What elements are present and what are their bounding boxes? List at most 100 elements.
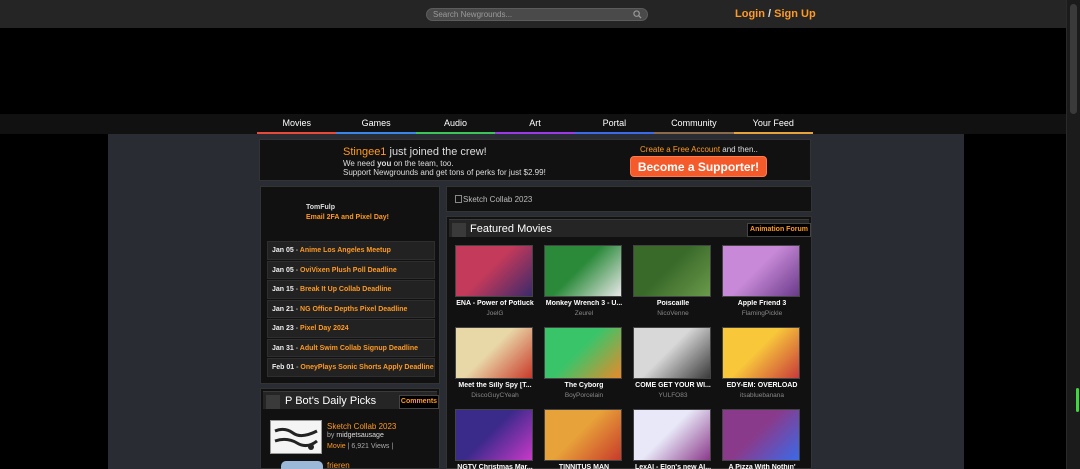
movie-author[interactable]: BoyPorcelain bbox=[544, 392, 624, 399]
movie-card[interactable]: NGTV Christmas Mar... bbox=[455, 409, 535, 469]
movies-icon bbox=[452, 223, 466, 237]
banner-support-text: Support Newgrounds and get tons of perks… bbox=[343, 168, 546, 177]
movie-author[interactable]: Zeurel bbox=[544, 310, 624, 317]
movie-author[interactable]: DiscoGuyCYeah bbox=[455, 392, 535, 399]
nav-portal[interactable]: Portal bbox=[574, 114, 655, 134]
scroll-thumb[interactable] bbox=[1070, 4, 1077, 114]
movie-thumbnail[interactable] bbox=[633, 245, 711, 297]
movie-author[interactable]: NicoVenne bbox=[633, 310, 713, 317]
free-account-text: Create a Free Account and then.. bbox=[640, 145, 758, 154]
pick-type: Movie bbox=[327, 443, 346, 450]
nav-art[interactable]: Art bbox=[495, 114, 575, 134]
movie-author[interactable]: FlamingPickle bbox=[722, 310, 802, 317]
sketch-collab-banner[interactable]: Sketch Collab 2023 bbox=[446, 186, 812, 212]
movie-thumbnail[interactable] bbox=[722, 327, 800, 379]
comments-button[interactable]: Comments bbox=[399, 395, 439, 409]
movie-card[interactable]: EDY-EM: OVERLOAD itsabluebanana bbox=[722, 327, 802, 405]
movie-thumbnail[interactable] bbox=[455, 245, 533, 297]
movie-thumbnail[interactable] bbox=[455, 327, 533, 379]
event-item[interactable]: Jan 23 - Pixel Day 2024 bbox=[267, 319, 435, 338]
event-title[interactable]: Break It Up Collab Deadline bbox=[300, 286, 391, 293]
become-supporter-button[interactable]: Become a Supporter! bbox=[630, 156, 767, 177]
movie-title[interactable]: Poiscaille bbox=[633, 300, 713, 307]
nav-games[interactable]: Games bbox=[336, 114, 416, 134]
login-separator: / bbox=[768, 8, 772, 20]
event-date: Jan 21 bbox=[272, 305, 294, 313]
event-item[interactable]: Jan 05 - Anime Los Angeles Meetup bbox=[267, 241, 435, 260]
event-title[interactable]: OneyPlays Sonic Shorts Apply Deadline bbox=[300, 364, 433, 371]
nav-community[interactable]: Community bbox=[654, 114, 734, 134]
event-list: Jan 05 - Anime Los Angeles Meetup Jan 05 … bbox=[267, 241, 435, 378]
animation-forum-button[interactable]: Animation Forum bbox=[747, 223, 811, 237]
event-item[interactable]: Jan 31 - Adult Swim Collab Signup Deadli… bbox=[267, 338, 435, 357]
movie-title[interactable]: COME GET YOUR WI... bbox=[633, 382, 713, 389]
event-item[interactable]: Feb 01 - OneyPlays Sonic Shorts Apply De… bbox=[267, 358, 435, 377]
nav-your-feed[interactable]: Your Feed bbox=[733, 114, 813, 134]
movie-card[interactable]: TINNITUS MAN bbox=[544, 409, 624, 469]
movie-card[interactable]: A Pizza With Nothin' bbox=[722, 409, 802, 469]
movie-thumbnail[interactable] bbox=[633, 327, 711, 379]
movie-author[interactable]: JoelG bbox=[455, 310, 535, 317]
movie-card[interactable]: ENA - Power of Potluck JoelG bbox=[455, 245, 535, 323]
movie-card[interactable]: LexAI - Elon's new AI... bbox=[633, 409, 713, 469]
page-scrollbar[interactable] bbox=[1066, 0, 1080, 469]
broken-image-icon bbox=[455, 195, 462, 203]
movie-title[interactable]: ENA - Power of Potluck bbox=[455, 300, 535, 307]
movie-thumbnail[interactable] bbox=[455, 409, 533, 461]
movie-title[interactable]: EDY-EM: OVERLOAD bbox=[722, 382, 802, 389]
search-input[interactable] bbox=[433, 9, 623, 20]
movie-thumbnail[interactable] bbox=[544, 409, 622, 461]
movie-author[interactable]: itsabluebanana bbox=[722, 392, 802, 399]
login-link[interactable]: Login bbox=[735, 8, 765, 20]
movie-card[interactable]: The Cyborg BoyPorcelain bbox=[544, 327, 624, 405]
movie-thumbnail[interactable] bbox=[722, 245, 800, 297]
movie-title[interactable]: The Cyborg bbox=[544, 382, 624, 389]
event-title[interactable]: Adult Swim Collab Signup Deadline bbox=[300, 345, 418, 352]
movie-thumbnail[interactable] bbox=[633, 409, 711, 461]
pick-thumbnail[interactable] bbox=[270, 420, 322, 454]
nav-movies[interactable]: Movies bbox=[257, 114, 337, 134]
event-title[interactable]: Anime Los Angeles Meetup bbox=[300, 247, 391, 254]
movie-author[interactable]: YULFO83 bbox=[633, 392, 713, 399]
banner-joined-text: Stingee1 just joined the crew! bbox=[343, 146, 487, 158]
nav-audio[interactable]: Audio bbox=[415, 114, 496, 134]
featured-movies-title: Featured Movies bbox=[470, 223, 552, 235]
movie-title[interactable]: TINNITUS MAN bbox=[544, 464, 624, 469]
daily-picks: P Bot's Daily Picks Comments Sketch Coll… bbox=[260, 388, 440, 469]
search-box[interactable] bbox=[426, 8, 648, 21]
signup-link[interactable]: Sign Up bbox=[774, 8, 816, 20]
pick-title-2[interactable]: frieren bbox=[327, 461, 350, 469]
event-date: Jan 23 bbox=[272, 325, 294, 332]
event-title[interactable]: OviVixen Plush Poll Deadline bbox=[300, 267, 397, 274]
movie-thumbnail[interactable] bbox=[722, 409, 800, 461]
movie-card[interactable]: COME GET YOUR WI... YULFO83 bbox=[633, 327, 713, 405]
sketch-collab-alt-text: Sketch Collab 2023 bbox=[455, 195, 532, 204]
movie-thumbnail[interactable] bbox=[544, 245, 622, 297]
news-author[interactable]: TomFulp bbox=[306, 204, 335, 211]
pick-author[interactable]: midgetsausage bbox=[336, 432, 383, 439]
movie-card[interactable]: Poiscaille NicoVenne bbox=[633, 245, 713, 323]
create-account-link[interactable]: Create a Free Account bbox=[640, 145, 720, 154]
pick-title[interactable]: Sketch Collab 2023 bbox=[327, 422, 396, 431]
movie-title[interactable]: LexAI - Elon's new AI... bbox=[633, 464, 713, 469]
movie-title[interactable]: A Pizza With Nothin' bbox=[722, 464, 802, 469]
event-item[interactable]: Jan 05 - OviVixen Plush Poll Deadline bbox=[267, 260, 435, 279]
pick-thumbnail-2[interactable] bbox=[281, 461, 323, 469]
event-item[interactable]: Jan 15 - Break It Up Collab Deadline bbox=[267, 280, 435, 299]
movie-title[interactable]: Meet the Silly Spy [T... bbox=[455, 382, 535, 389]
event-date: Jan 05 bbox=[272, 266, 294, 274]
event-title[interactable]: NG Office Depths Pixel Deadline bbox=[300, 306, 407, 313]
movie-card[interactable]: Monkey Wrench 3 - U... Zeurel bbox=[544, 245, 624, 323]
movie-title[interactable]: NGTV Christmas Mar... bbox=[455, 464, 535, 469]
joined-username[interactable]: Stingee1 bbox=[343, 146, 386, 158]
daily-picks-title: P Bot's Daily Picks bbox=[285, 395, 377, 407]
movie-card[interactable]: Meet the Silly Spy [T... DiscoGuyCYeah bbox=[455, 327, 535, 405]
event-item[interactable]: Jan 21 - NG Office Depths Pixel Deadline bbox=[267, 299, 435, 318]
movie-thumbnail[interactable] bbox=[544, 327, 622, 379]
movie-title[interactable]: Monkey Wrench 3 - U... bbox=[544, 300, 624, 307]
movie-card[interactable]: Apple Friend 3 FlamingPickle bbox=[722, 245, 802, 323]
search-icon[interactable] bbox=[633, 10, 642, 19]
movie-title[interactable]: Apple Friend 3 bbox=[722, 300, 802, 307]
event-title[interactable]: Pixel Day 2024 bbox=[300, 325, 349, 332]
news-title[interactable]: Email 2FA and Pixel Day! bbox=[306, 214, 389, 221]
